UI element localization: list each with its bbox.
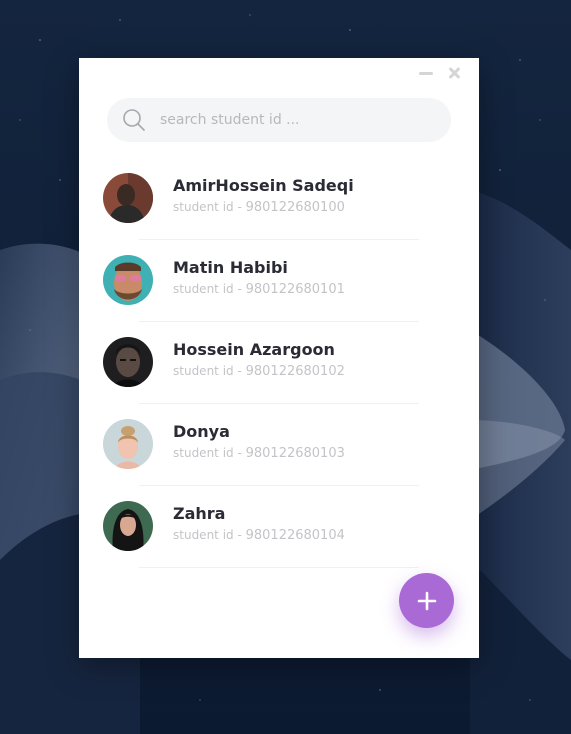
student-id-number: 980122680102 <box>245 364 345 379</box>
list-item[interactable]: AmirHossein Sadeqi student id - 98012268… <box>79 158 479 240</box>
add-student-button[interactable] <box>399 573 454 628</box>
student-list: AmirHossein Sadeqi student id - 98012268… <box>79 158 479 568</box>
student-id-number: 980122680103 <box>245 446 345 461</box>
student-id: student id - 980122680102 <box>173 364 345 379</box>
avatar <box>103 255 153 305</box>
student-id-label: student id - <box>173 282 246 296</box>
student-name: Hossein Azargoon <box>173 340 335 359</box>
list-item[interactable]: Hossein Azargoon student id - 9801226801… <box>79 322 479 404</box>
student-name: Zahra <box>173 504 226 523</box>
search-bar[interactable] <box>107 98 451 142</box>
list-item[interactable]: Matin Habibi student id - 980122680101 <box>79 240 479 322</box>
avatar <box>103 501 153 551</box>
student-name: Donya <box>173 422 230 441</box>
student-id-number: 980122680104 <box>245 528 345 543</box>
student-id-label: student id - <box>173 364 246 378</box>
student-id: student id - 980122680103 <box>173 446 345 461</box>
student-name: Matin Habibi <box>173 258 288 277</box>
student-name: AmirHossein Sadeqi <box>173 176 354 195</box>
list-item[interactable]: Donya student id - 980122680103 <box>79 404 479 486</box>
search-input[interactable] <box>158 104 442 136</box>
student-id-label: student id - <box>173 446 246 460</box>
student-id: student id - 980122680104 <box>173 528 345 543</box>
student-id: student id - 980122680100 <box>173 200 345 215</box>
plus-icon <box>417 591 436 610</box>
avatar <box>103 419 153 469</box>
student-id-number: 980122680100 <box>245 200 345 215</box>
window-controls <box>419 65 461 81</box>
divider <box>139 567 419 568</box>
student-list-window: AmirHossein Sadeqi student id - 98012268… <box>79 58 479 658</box>
minimize-button[interactable] <box>419 66 433 80</box>
minimize-icon <box>419 72 433 75</box>
student-id: student id - 980122680101 <box>173 282 345 297</box>
avatar <box>103 337 153 387</box>
student-id-label: student id - <box>173 528 246 542</box>
avatar <box>103 173 153 223</box>
student-id-label: student id - <box>173 200 246 214</box>
close-button[interactable] <box>447 66 461 80</box>
student-id-number: 980122680101 <box>245 282 345 297</box>
list-item[interactable]: Zahra student id - 980122680104 <box>79 486 479 568</box>
search-icon <box>123 109 145 131</box>
